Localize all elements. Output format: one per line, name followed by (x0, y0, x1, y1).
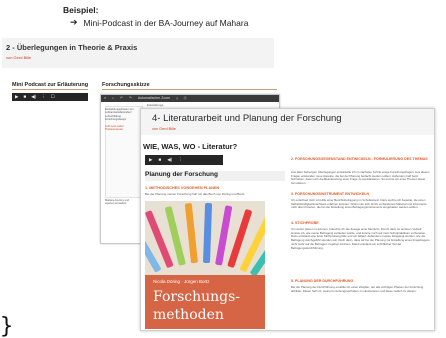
step2-title: 2. FORSCHUNGSGEGENSTAND ENTWICKELN - FOR… (291, 157, 428, 161)
step2-text: Aus allen bisherigen Überlegungen entwic… (291, 170, 430, 186)
pdf-doc-text: Entwicklungsphasen von Lehramtsstudieren… (105, 108, 139, 121)
podcast-title-underline (12, 89, 88, 90)
doc-line: Forschungsdesign (105, 117, 127, 121)
arrow-right-icon: ➔ (70, 17, 78, 27)
literature-block-title: WIE, WAS, WO - Literatur? (143, 142, 238, 151)
step5-title: 5. PLANUNG DER DURCHFÜHRUNG (291, 279, 354, 283)
page-author-link[interactable]: von Gerd Bille (152, 127, 176, 131)
sidebar-toggle-icon[interactable]: ≡ (104, 95, 106, 102)
play-icon[interactable]: ▶ (149, 155, 152, 165)
example-line: ➔ Mini-Podcast in der BA-Journey auf Mah… (70, 17, 248, 28)
fullscreen-icon[interactable]: ☐ (51, 93, 55, 101)
doc-red-line: Praxissemester (105, 128, 123, 132)
step4-text: Um weiter planen zu können, brauchte ich… (291, 227, 430, 250)
literature-audio-player[interactable]: ▶ ■ ◀) ⋮ (145, 155, 223, 165)
page-title: 4- Literaturarbeit und Planung der Forsc… (152, 113, 342, 124)
volume-icon[interactable]: ◀) (167, 155, 172, 165)
search-icon[interactable]: ⌕ (112, 95, 114, 102)
planning-title: Planung der Forschung (145, 171, 218, 178)
section-author-link[interactable]: von Gerd Bille (6, 55, 31, 60)
pencil (184, 202, 198, 264)
pencil (203, 202, 213, 264)
sketch-title: Forschungsskizze (102, 82, 150, 88)
undo-icon[interactable]: ↶ (120, 95, 123, 102)
redo-icon[interactable]: ↷ (129, 95, 132, 102)
colored-pencils-image (145, 201, 265, 275)
podcast-audio-player[interactable]: ▶ ■ ◀) ⋮ ☐ (12, 93, 88, 101)
step5-text: Bei der Planung der Durchführung erstell… (291, 285, 424, 293)
mahara-page-screenshot: 4- Literaturarbeit und Planung der Forsc… (140, 108, 435, 331)
book-authors: Nicola Döring · Jürgen Bortz (153, 279, 210, 284)
download-icon[interactable]: ⤓ (176, 95, 178, 102)
more-options-icon[interactable]: ⋮ (41, 93, 46, 101)
book-title-line1: Forschungs- (153, 289, 241, 305)
stop-icon[interactable]: ■ (23, 93, 26, 101)
step1-text: Bei der Planung meiner Forschung half mi… (145, 192, 246, 196)
podcast-title: Mini Podcast zur Erläuterung (12, 82, 89, 88)
example-heading: Beispiel: (63, 5, 99, 15)
step1-title: 1. METHODISCHES VORGEHEN PLANEN (145, 186, 220, 190)
step3-text: Ich entschied mich mit Hilfe einer Beric… (291, 198, 427, 210)
closing-brace: } (0, 314, 14, 338)
play-icon[interactable]: ▶ (15, 93, 18, 101)
pdf-doc-red-text: Lehr-Lern-Labor Praxissemester (105, 125, 139, 132)
step3-title: 3. FORSCHUNGSINSTRUMENT ENTWICKELN (291, 192, 370, 196)
stop-icon[interactable]: ■ (158, 155, 161, 165)
section-title: 2 - Überlegungen in Theorie & Praxis (6, 43, 138, 52)
print-icon[interactable]: ⎙ (184, 95, 187, 102)
pdf-doc-bottom-text: Mahara-Journey und eigene Lernwelten (105, 199, 139, 206)
sketch-title-underline (102, 89, 277, 90)
book-title-line2: methoden (153, 307, 224, 323)
more-options-icon[interactable]: ⋮ (178, 155, 183, 165)
doc-line: eigene Lernwelten (105, 202, 127, 206)
step4-title: 4. STICHPROBE (291, 221, 319, 225)
book-cover-image: Nicola Döring · Jürgen Bortz Forschungs-… (145, 201, 265, 329)
volume-icon[interactable]: ◀) (31, 93, 36, 101)
pdf-toolbar: ≡ ⌕ ↶ ↷ Automatischer Zoom ⤓ ⎙ (101, 95, 279, 102)
zoom-select[interactable]: Automatischer Zoom (138, 95, 170, 102)
example-text: Mini-Podcast in der BA-Journey auf Mahar… (83, 17, 249, 28)
